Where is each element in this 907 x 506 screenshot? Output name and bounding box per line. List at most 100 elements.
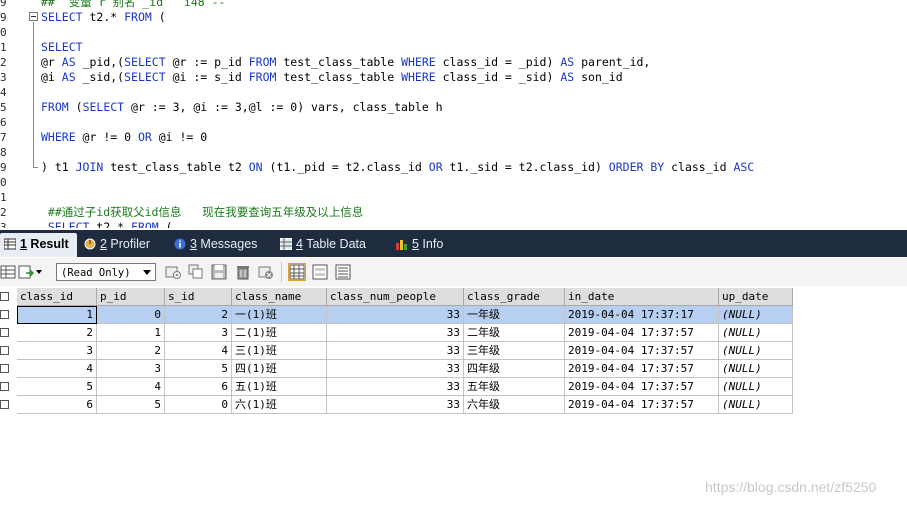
table-cell[interactable]: 2019-04-04 17:37:57 bbox=[565, 378, 719, 396]
table-row[interactable]: 4 3 5 四(1)班 33 四年级 2019-04-04 17:37:57 (NULL) bbox=[0, 360, 793, 378]
tab-info[interactable]: 5 Info bbox=[396, 233, 443, 255]
table-cell[interactable]: (NULL) bbox=[719, 306, 793, 324]
table-cell[interactable]: 1 bbox=[97, 324, 165, 342]
info-icon bbox=[174, 238, 186, 250]
table-cell[interactable]: (NULL) bbox=[719, 396, 793, 414]
table-cell[interactable]: 六(1)班 bbox=[232, 396, 327, 414]
duplicate-row-icon[interactable] bbox=[188, 264, 204, 280]
table-cell[interactable]: 33 bbox=[327, 306, 464, 324]
column-header-class-grade[interactable]: class_grade bbox=[464, 288, 565, 306]
tab-profiler[interactable]: 2 Profiler bbox=[84, 233, 150, 255]
table-row[interactable]: 5 4 6 五(1)班 33 五年级 2019-04-04 17:37:57 (NULL) bbox=[0, 378, 793, 396]
table-cell[interactable]: 5 bbox=[165, 360, 232, 378]
profiler-icon bbox=[84, 238, 96, 250]
fold-toggle[interactable] bbox=[29, 12, 38, 21]
watermark-text: https://blog.csdn.net/zf5250 bbox=[705, 479, 877, 495]
table-cell[interactable]: (NULL) bbox=[719, 360, 793, 378]
table-cell[interactable]: 2019-04-04 17:37:57 bbox=[565, 360, 719, 378]
table-cell[interactable]: 6 bbox=[165, 378, 232, 396]
line-number: 2 bbox=[0, 206, 7, 219]
table-cell[interactable]: 0 bbox=[97, 306, 165, 324]
table-cell[interactable]: 3 bbox=[97, 360, 165, 378]
row-checkbox[interactable] bbox=[0, 400, 9, 409]
code-line: 3 SELECT t2.* FROM ( bbox=[0, 220, 907, 228]
table-cell[interactable]: 四年级 bbox=[464, 360, 565, 378]
table-cell[interactable]: 5 bbox=[97, 396, 165, 414]
save-icon[interactable] bbox=[211, 264, 227, 280]
table-cell[interactable]: 五年级 bbox=[464, 378, 565, 396]
table-row[interactable]: 2 1 3 二(1)班 33 二年级 2019-04-04 17:37:57 (NULL) bbox=[0, 324, 793, 342]
table-cell[interactable]: 一(1)班 bbox=[232, 306, 327, 324]
table-cell[interactable]: 33 bbox=[327, 378, 464, 396]
table-cell[interactable]: 2019-04-04 17:37:57 bbox=[565, 396, 719, 414]
column-header-class-num-people[interactable]: class_num_people bbox=[327, 288, 464, 306]
table-cell[interactable]: 2019-04-04 17:37:57 bbox=[565, 342, 719, 360]
table-cell[interactable]: 2 bbox=[165, 306, 232, 324]
table-cell[interactable]: 三年级 bbox=[464, 342, 565, 360]
column-header-p-id[interactable]: p_id bbox=[97, 288, 165, 306]
table-cell[interactable]: 33 bbox=[327, 324, 464, 342]
code-line: 9 SELECT t2.* FROM ( bbox=[0, 10, 907, 25]
table-icon bbox=[280, 238, 292, 250]
table-cell[interactable]: 3 bbox=[17, 342, 97, 360]
grid-mode-icon[interactable] bbox=[288, 263, 306, 281]
table-row[interactable]: 6 5 0 六(1)班 33 六年级 2019-04-04 17:37:57 (NULL) bbox=[0, 396, 793, 414]
table-cell[interactable]: 一年级 bbox=[464, 306, 565, 324]
tab-result[interactable]: 1 Result bbox=[0, 233, 77, 257]
grid-view-icon[interactable] bbox=[0, 264, 16, 280]
table-cell[interactable]: 4 bbox=[97, 378, 165, 396]
select-all-checkbox[interactable] bbox=[0, 292, 9, 301]
table-cell[interactable]: 4 bbox=[165, 342, 232, 360]
export-icon[interactable] bbox=[18, 264, 34, 280]
edit-mode-select[interactable]: (Read Only) bbox=[56, 263, 156, 281]
table-cell[interactable]: 2019-04-04 17:37:57 bbox=[565, 324, 719, 342]
row-checkbox[interactable] bbox=[0, 364, 9, 373]
table-row[interactable]: 3 2 4 三(1)班 33 三年级 2019-04-04 17:37:57 (NULL) bbox=[0, 342, 793, 360]
cancel-changes-icon[interactable] bbox=[258, 264, 274, 280]
column-header-up-date[interactable]: up_date bbox=[719, 288, 793, 306]
tab-messages[interactable]: 3 Messages bbox=[174, 233, 257, 255]
table-cell[interactable]: 5 bbox=[17, 378, 97, 396]
table-cell[interactable]: 六年级 bbox=[464, 396, 565, 414]
table-cell[interactable]: 3 bbox=[165, 324, 232, 342]
table-cell[interactable]: 4 bbox=[17, 360, 97, 378]
column-header-class-name[interactable]: class_name bbox=[232, 288, 327, 306]
table-cell[interactable]: 二年级 bbox=[464, 324, 565, 342]
column-header-in-date[interactable]: in_date bbox=[565, 288, 719, 306]
table-cell[interactable]: 0 bbox=[165, 396, 232, 414]
text-mode-icon[interactable] bbox=[335, 264, 351, 280]
insert-row-icon[interactable] bbox=[165, 264, 181, 280]
export-dropdown-arrow[interactable] bbox=[36, 270, 42, 274]
table-cell[interactable]: 四(1)班 bbox=[232, 360, 327, 378]
table-cell[interactable]: 6 bbox=[17, 396, 97, 414]
edit-mode-value: (Read Only) bbox=[61, 267, 131, 279]
table-cell[interactable]: 五(1)班 bbox=[232, 378, 327, 396]
sql-editor[interactable]: 9 ## 变量 r 别名 _id i48 -- 9 SELECT t2.* FROM … bbox=[0, 0, 907, 228]
row-checkbox[interactable] bbox=[0, 346, 9, 355]
table-cell[interactable]: 33 bbox=[327, 360, 464, 378]
code-text: FROM (SELECT @r := 3, @i := 3,@l := 0) v… bbox=[41, 100, 443, 114]
column-header-class-id[interactable]: class_id bbox=[17, 288, 97, 306]
table-cell[interactable]: 33 bbox=[327, 396, 464, 414]
code-line: 6 bbox=[0, 115, 907, 130]
tab-table-data[interactable]: 4 Table Data bbox=[280, 233, 366, 255]
table-cell[interactable]: 2 bbox=[97, 342, 165, 360]
table-cell[interactable]: 三(1)班 bbox=[232, 342, 327, 360]
table-cell[interactable]: 2019-04-04 17:37:17 bbox=[565, 306, 719, 324]
table-cell[interactable]: 2 bbox=[17, 324, 97, 342]
row-checkbox[interactable] bbox=[0, 310, 9, 319]
row-checkbox[interactable] bbox=[0, 382, 9, 391]
line-number: 6 bbox=[0, 116, 7, 129]
table-row[interactable]: 1 0 2 一(1)班 33 一年级 2019-04-04 17:37:17 (NULL) bbox=[0, 306, 793, 324]
column-header-s-id[interactable]: s_id bbox=[165, 288, 232, 306]
table-cell[interactable]: 1 bbox=[17, 306, 97, 324]
grid-header-row: class_id p_id s_id class_name class_num_peop… bbox=[0, 288, 793, 306]
table-cell[interactable]: (NULL) bbox=[719, 342, 793, 360]
table-cell[interactable]: (NULL) bbox=[719, 324, 793, 342]
table-cell[interactable]: 二(1)班 bbox=[232, 324, 327, 342]
table-cell[interactable]: (NULL) bbox=[719, 378, 793, 396]
delete-icon[interactable] bbox=[235, 264, 251, 280]
form-mode-icon[interactable] bbox=[312, 264, 328, 280]
table-cell[interactable]: 33 bbox=[327, 342, 464, 360]
row-checkbox[interactable] bbox=[0, 328, 9, 337]
